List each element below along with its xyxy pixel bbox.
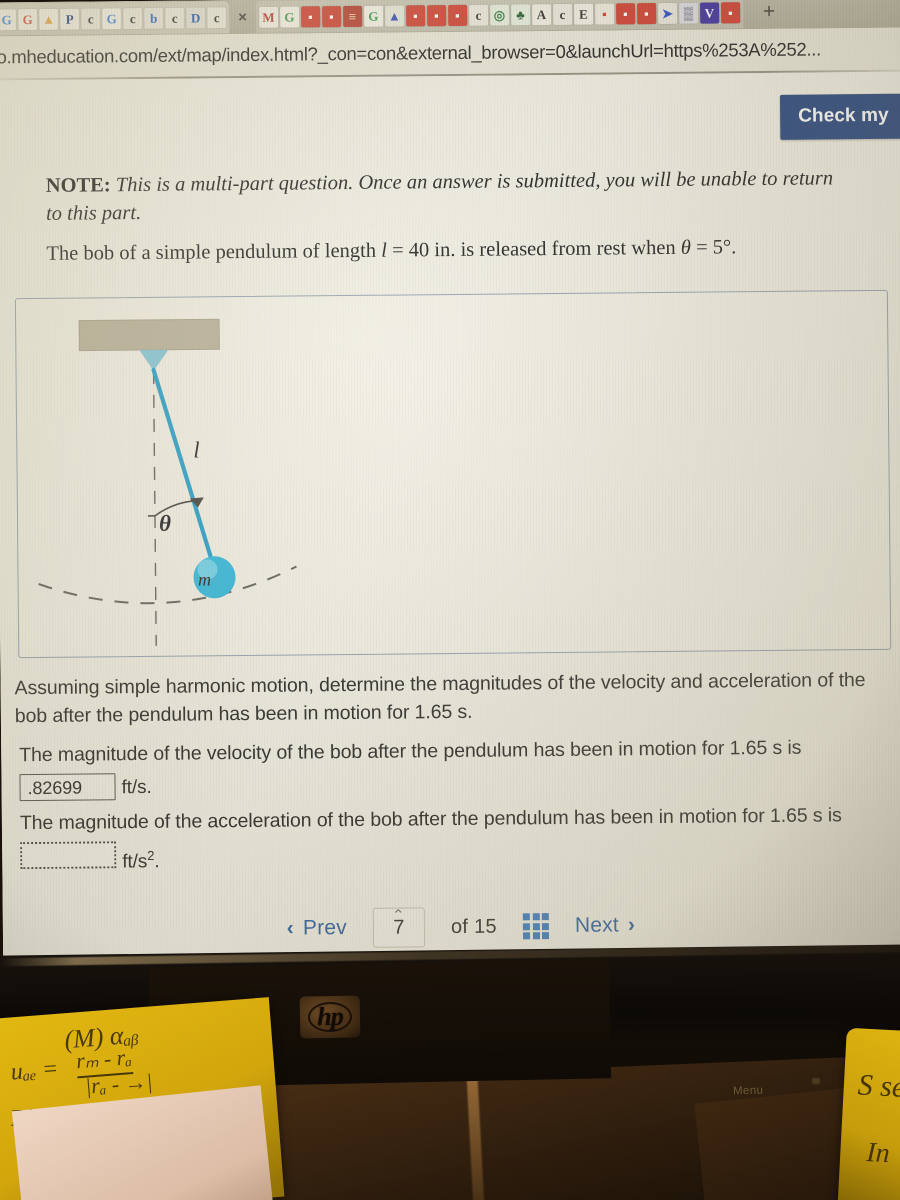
google-tab[interactable]: G: [102, 7, 122, 29]
acceleration-unit: ft/s2.: [122, 848, 160, 873]
red-tab[interactable]: ▪: [615, 2, 636, 24]
tab-group-1[interactable]: G G ▲ Pc Gc b c Dc: [0, 1, 230, 36]
red-tab[interactable]: ▪: [447, 4, 468, 26]
red-dot-tab[interactable]: ▪: [594, 2, 615, 25]
chegg-tab[interactable]: c: [81, 7, 101, 30]
check-my-work-button[interactable]: Check my: [779, 93, 900, 140]
vertical-reference-line: [152, 370, 157, 646]
chegg-tab[interactable]: c: [468, 4, 489, 26]
acceleration-prompt: The magnitude of the acceleration of the…: [19, 804, 842, 835]
url-text[interactable]: o.mheducation.com/ext/map/index.html?_co…: [0, 38, 821, 68]
velocity-prompt: The magnitude of the velocity of the bob…: [19, 736, 802, 767]
note-label: NOTE:: [45, 174, 111, 197]
velocity-answer-row: .82699 ft/s.: [19, 766, 889, 803]
note-body: This is a multi-part question. Once an a…: [45, 167, 834, 226]
total-pages: 15: [473, 915, 498, 938]
pendulum-figure: l θ m: [14, 289, 892, 659]
google-tab[interactable]: G: [18, 8, 38, 30]
of-label: of: [450, 915, 469, 938]
text-cursor-icon: ‹: [390, 908, 408, 914]
hp-logo: hp: [299, 995, 361, 1039]
prompt-part-2: = 40 in. is released from rest when: [386, 236, 681, 262]
red-tab[interactable]: ≡: [342, 5, 363, 27]
google-tab[interactable]: G: [363, 5, 384, 27]
pendulum-diagram: l θ m: [38, 318, 297, 646]
green-tab[interactable]: ♣: [510, 3, 531, 25]
excel-tab[interactable]: E: [573, 3, 594, 25]
new-tab-icon[interactable]: +: [763, 0, 775, 24]
velocity-input[interactable]: .82699: [19, 772, 116, 801]
hp-logo-ring: [307, 1001, 353, 1033]
red-tab[interactable]: ▪: [300, 5, 321, 27]
chegg-tab[interactable]: c: [552, 3, 573, 25]
acceleration-unit-exponent: 2: [147, 848, 155, 864]
label-mass: m: [198, 569, 211, 589]
instruction-paragraph: Assuming simple harmonic motion, determi…: [14, 669, 866, 727]
red-tab[interactable]: ▪: [321, 5, 342, 27]
velocity-question-block: The magnitude of the velocity of the bob…: [19, 734, 890, 803]
swing-arc: [38, 565, 297, 605]
paypal-tab[interactable]: P: [60, 8, 80, 30]
tab-group-2[interactable]: M G ▪ ▪ ≡ G ▲ ▪ ▪ ▪ c ◎ ♣ Ac E ▪ ▪ ▪ ➤ ▒ V ▪: [255, 0, 744, 33]
prev-label: Prev: [302, 916, 348, 940]
chevron-right-icon: ›: [627, 913, 636, 937]
chevron-left-icon: ‹: [286, 916, 295, 940]
next-label: Next: [574, 913, 620, 937]
word-tab[interactable]: A: [531, 3, 552, 25]
page-count: of 15: [451, 915, 497, 938]
monitor-power-indicator: [812, 1078, 820, 1084]
screen-photo: G G ▲ Pc Gc b c Dc × M G ▪ ▪ ≡ G ▲ ▪ ▪ ▪ c ◎ ♣ Ac E ▪ ▪ ▪ ➤ ▒ V ▪ + …: [0, 0, 900, 1200]
assignment-page: Check my NOTE: This is a multi-part ques…: [0, 71, 900, 971]
label-length: l: [193, 437, 200, 462]
pattern-tab[interactable]: ▒: [678, 2, 699, 24]
red-tab[interactable]: ▪: [426, 4, 447, 26]
next-button[interactable]: Next ›: [575, 913, 635, 938]
mheducation-tab[interactable]: M: [258, 6, 279, 28]
red-tab[interactable]: ▪: [405, 4, 426, 26]
handwriting-line-2: uₐₑ =: [9, 1055, 60, 1086]
page-number-value: 7: [393, 915, 405, 939]
monitor-menu-label: Menu: [732, 1084, 764, 1098]
grid-view-icon[interactable]: [522, 913, 550, 940]
prompt-part-3: = 5°.: [690, 236, 737, 259]
acceleration-answer-row: ft/s2.: [20, 834, 890, 878]
note-text: NOTE: This is a multi-part question. Onc…: [46, 164, 847, 228]
purple-tab[interactable]: V: [699, 1, 720, 24]
close-tab-icon[interactable]: ×: [238, 8, 247, 25]
question-prompt: The bob of a simple pendulum of length l…: [46, 232, 856, 268]
blue-arrow-tab[interactable]: ➤: [657, 2, 678, 24]
handwriting-right-2: In: [865, 1136, 891, 1170]
velocity-unit: ft/s.: [121, 776, 152, 798]
theta-symbol: θ: [680, 236, 692, 259]
monitor-screen: G G ▲ Pc Gc b c Dc × M G ▪ ▪ ≡ G ▲ ▪ ▪ ▪ c ◎ ♣ Ac E ▪ ▪ ▪ ➤ ▒ V ▪ + …: [0, 0, 900, 971]
sticky-note-right: S se In: [837, 1027, 900, 1200]
prompt-part-1: The bob of a simple pendulum of length: [46, 239, 382, 265]
ceiling-support: [78, 318, 220, 352]
blue-tab[interactable]: ▲: [384, 4, 405, 27]
red-tab[interactable]: ▪: [636, 2, 657, 24]
drive-tab[interactable]: ▲: [39, 8, 59, 30]
red-tab[interactable]: ▪: [720, 1, 741, 23]
blue-tab[interactable]: b: [144, 7, 164, 29]
blue-tab[interactable]: D: [186, 6, 206, 29]
acceleration-question-block: The magnitude of the acceleration of the…: [20, 802, 891, 878]
pendulum-rod: [151, 367, 217, 572]
label-theta: θ: [159, 511, 171, 536]
chegg-tab[interactable]: c: [165, 7, 185, 29]
green-tab[interactable]: ◎: [489, 3, 510, 26]
page-number-input[interactable]: ‹ 7: [372, 907, 426, 948]
google-tab[interactable]: G: [0, 8, 17, 30]
chegg-tab[interactable]: c: [207, 6, 227, 28]
handwriting-line-4: |rₐ - →|: [84, 1068, 154, 1099]
handwriting-right-1: S se: [857, 1068, 900, 1104]
google-tab[interactable]: G: [279, 5, 300, 28]
prev-button[interactable]: ‹ Prev: [287, 916, 347, 941]
acceleration-input[interactable]: [20, 840, 117, 869]
acceleration-unit-text: ft/s: [122, 851, 148, 873]
chegg-tab[interactable]: c: [123, 7, 143, 29]
